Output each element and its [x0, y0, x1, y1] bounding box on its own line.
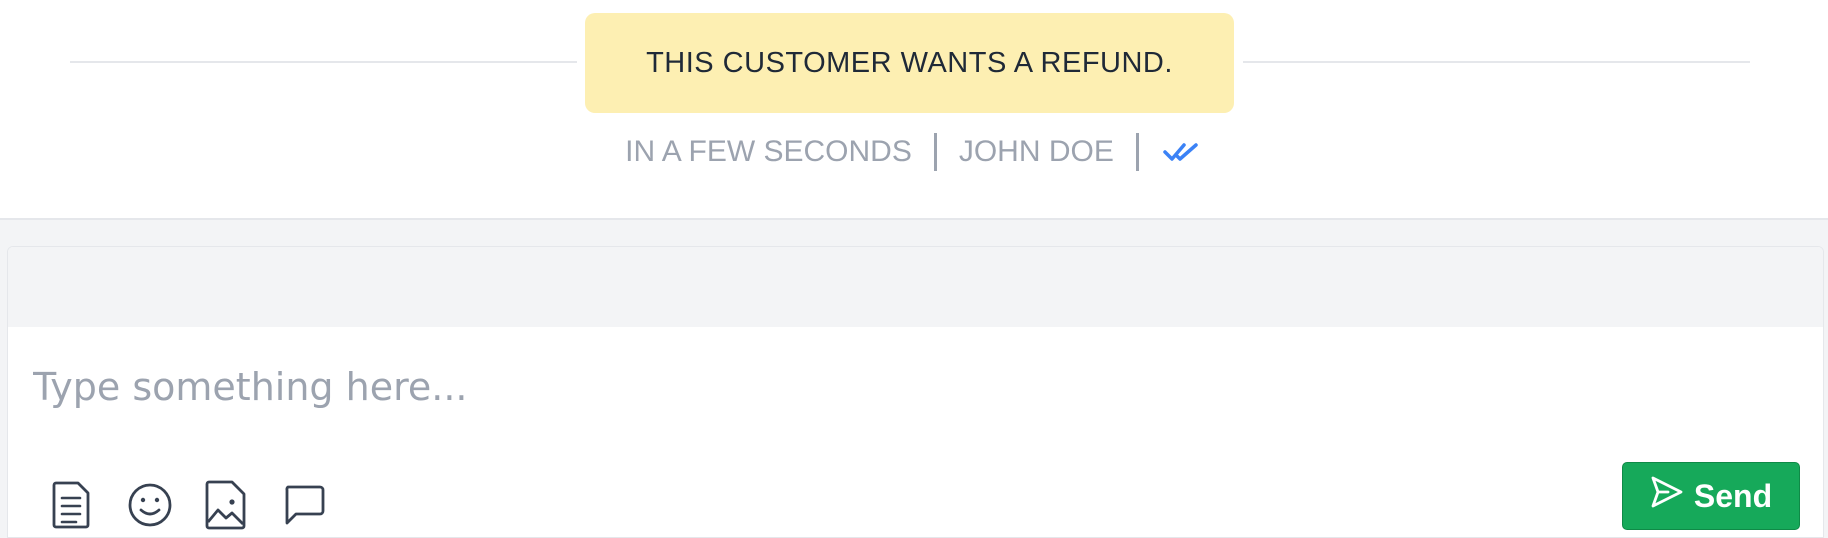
- image-icon: [204, 480, 248, 535]
- send-label: Send: [1693, 477, 1773, 514]
- message-input[interactable]: [8, 327, 1823, 447]
- note-meta: IN A FEW SECONDS JOHN DOE: [0, 130, 1828, 174]
- attach-file-button[interactable]: [43, 479, 99, 535]
- note-text: THIS CUSTOMER WANTS A REFUND.: [646, 46, 1173, 79]
- note-message-row: THIS CUSTOMER WANTS A REFUND. IN A FEW S…: [0, 0, 1828, 218]
- comment-icon: [282, 483, 326, 532]
- emoji-icon: [127, 482, 173, 533]
- divider-left: [70, 61, 577, 63]
- note-timestamp: IN A FEW SECONDS: [625, 135, 912, 168]
- image-button[interactable]: [198, 479, 254, 535]
- note-bubble: THIS CUSTOMER WANTS A REFUND.: [585, 13, 1234, 113]
- file-icon: [50, 481, 92, 534]
- divider-right: [1243, 61, 1750, 63]
- note-author: JOHN DOE: [958, 135, 1114, 168]
- send-button[interactable]: Send: [1622, 462, 1800, 530]
- send-icon: [1650, 475, 1684, 517]
- double-check-icon: [1139, 140, 1225, 164]
- emoji-button[interactable]: [122, 479, 178, 535]
- conversation-view: THIS CUSTOMER WANTS A REFUND. IN A FEW S…: [0, 0, 1828, 538]
- composer-toolbar-header: [8, 247, 1823, 327]
- comment-button[interactable]: [276, 479, 332, 535]
